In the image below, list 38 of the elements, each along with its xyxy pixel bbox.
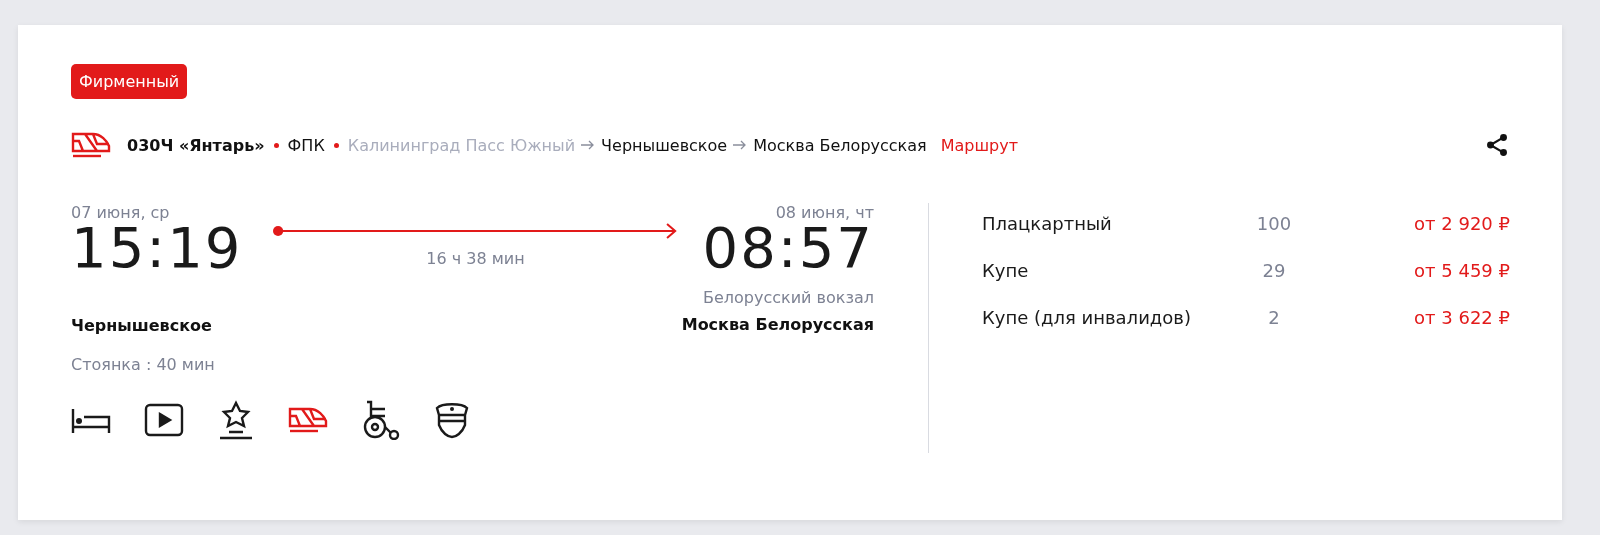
star-icon — [217, 400, 255, 440]
car-class: Купе — [982, 260, 1030, 281]
play-icon — [144, 403, 184, 437]
arrival-date: 08 июня, чт — [775, 203, 874, 222]
arrow-icon — [581, 140, 596, 150]
departure-time: 15:19 — [71, 222, 243, 274]
route-stop: Калининград Пасс Южный — [347, 135, 576, 155]
stop-duration: Стоянка : 40 мин — [71, 355, 215, 374]
price: от 3 622 ₽ — [1413, 307, 1510, 328]
carrier: ФПК — [287, 135, 325, 155]
route-stop: Москва Белорусская — [753, 135, 927, 155]
seat-count: 2 — [1267, 307, 1281, 328]
seat-count: 100 — [1255, 213, 1293, 234]
share-button[interactable] — [1484, 132, 1510, 158]
arrival-terminal: Белорусский вокзал — [702, 288, 874, 307]
car-class: Плацкартный — [982, 213, 1113, 234]
separator-dot — [273, 142, 279, 148]
train-icon — [288, 406, 328, 434]
share-icon — [1484, 132, 1510, 158]
seat-count: 29 — [1261, 260, 1287, 281]
price: от 2 920 ₽ — [1413, 213, 1510, 234]
cap-icon — [434, 401, 470, 439]
price: от 5 459 ₽ — [1413, 260, 1510, 281]
car-class: Купе (для инвалидов) — [982, 307, 1192, 328]
badge: Фирменный — [71, 64, 188, 99]
separator-dot — [333, 142, 339, 148]
bed-icon — [71, 407, 111, 433]
route-link[interactable]: Маршрут — [940, 135, 1019, 155]
departure-station: Чернышевское — [71, 316, 212, 335]
arrow-icon — [733, 140, 748, 150]
departure-date: 07 июня, ср — [71, 203, 170, 222]
train-number: 030Ч «Янтарь» — [127, 135, 265, 155]
route-stop: Чернышевское — [601, 135, 728, 155]
duration: 16 ч 38 мин — [426, 249, 525, 268]
arrival-station: Москва Белорусская — [681, 315, 874, 334]
wheelchair-icon — [361, 400, 401, 440]
arrival-time: 08:57 — [702, 222, 874, 274]
train-icon — [71, 131, 111, 159]
